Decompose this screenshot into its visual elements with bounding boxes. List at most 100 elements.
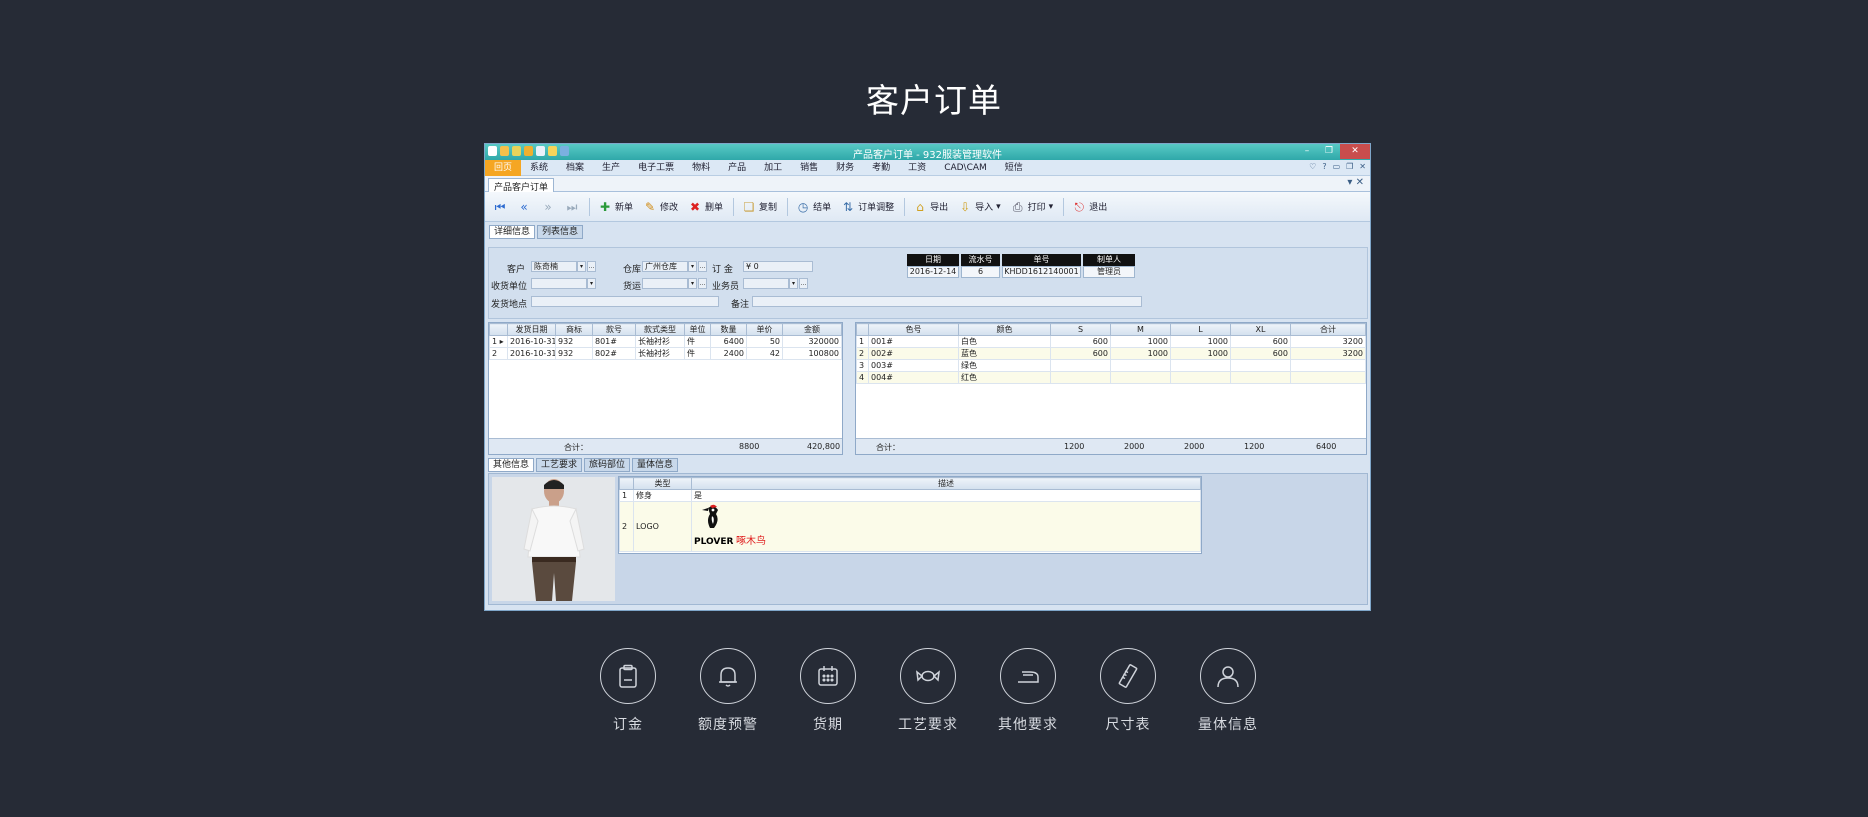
last-record-button[interactable]: ⏭ (565, 200, 579, 214)
table-cell[interactable]: 蓝色 (958, 347, 1051, 360)
column-header[interactable]: 款号 (592, 323, 636, 336)
table-cell[interactable]: 6400 (710, 335, 747, 348)
column-header[interactable]: 类型 (633, 477, 692, 490)
import-button[interactable]: ⇩ 导入 ▾ (958, 200, 1001, 214)
table-cell[interactable]: 1000 (1110, 335, 1171, 348)
table-cell[interactable]: 红色 (958, 371, 1051, 384)
customer-browse-button[interactable]: … (587, 261, 596, 272)
menu-item-finance[interactable]: 财务 (827, 160, 863, 176)
tab-measurement-info[interactable]: 量体信息 (632, 458, 679, 472)
table-cell[interactable]: 绿色 (958, 359, 1051, 372)
first-record-button[interactable]: ⏮ (493, 200, 507, 214)
salesman-field[interactable] (743, 278, 789, 289)
menu-item-wages[interactable]: 工资 (899, 160, 935, 176)
table-cell[interactable]: LOGO (633, 501, 692, 552)
tab-other-info[interactable]: 其他信息 (488, 458, 535, 472)
salesman-browse-button[interactable]: … (799, 278, 808, 289)
freight-browse-button[interactable]: … (698, 278, 707, 289)
table-cell[interactable]: 2016-10-31 (507, 347, 556, 360)
column-header[interactable]: 颜色 (958, 323, 1051, 336)
table-cell[interactable]: 2016-10-31 (507, 335, 556, 348)
table-cell[interactable]: 是 (691, 489, 1201, 502)
table-row[interactable]: 4 004# 红色 (856, 371, 1366, 384)
close-tab-icon[interactable]: ▾ ✕ (1347, 177, 1364, 188)
table-cell[interactable]: 002# (868, 347, 959, 360)
column-header[interactable]: 金额 (782, 323, 842, 336)
table-cell[interactable]: 802# (592, 347, 636, 360)
deposit-field[interactable]: ¥ 0 (743, 261, 813, 272)
menu-item-e-ticket[interactable]: 电子工票 (629, 160, 683, 176)
menu-item-production[interactable]: 生产 (593, 160, 629, 176)
column-header[interactable]: 款式类型 (635, 323, 685, 336)
table-cell[interactable] (1290, 371, 1366, 384)
tab-customer-order[interactable]: 产品客户订单 (488, 178, 555, 193)
table-cell[interactable]: 2400 (710, 347, 747, 360)
table-cell[interactable]: 600 (1230, 335, 1291, 348)
table-cell[interactable]: 932 (555, 335, 593, 348)
table-cell[interactable]: 件 (684, 347, 711, 360)
table-cell[interactable]: 1000 (1170, 347, 1231, 360)
new-button[interactable]: ✚ 新单 (598, 200, 633, 214)
adjust-order-button[interactable]: ⇅ 订单调整 (841, 200, 894, 214)
table-cell[interactable]: 修身 (633, 489, 692, 502)
warehouse-browse-button[interactable]: … (698, 261, 707, 272)
column-header[interactable]: 色号 (868, 323, 959, 336)
exit-button[interactable]: ⎋ 退出 (1072, 200, 1107, 214)
receiver-dropdown[interactable]: ▾ (587, 278, 596, 289)
menu-item-sales[interactable]: 销售 (791, 160, 827, 176)
table-cell[interactable]: 长袖衬衫 (635, 347, 685, 360)
table-cell[interactable]: 42 (746, 347, 783, 360)
copy-button[interactable]: ❏ 复制 (742, 200, 777, 214)
table-cell[interactable] (1050, 359, 1111, 372)
logo-cell[interactable]: PLOVER 啄木鸟 (691, 501, 1201, 552)
table-cell[interactable] (1110, 371, 1171, 384)
minimize-icon[interactable]: – (1296, 144, 1318, 159)
help-icon[interactable]: ? (1322, 162, 1326, 171)
tab-list-info[interactable]: 列表信息 (537, 225, 584, 239)
ship-place-field[interactable] (531, 296, 719, 307)
menu-item-home[interactable]: 回页 (485, 159, 522, 176)
table-cell[interactable]: 600 (1050, 347, 1111, 360)
table-cell[interactable]: 600 (1230, 347, 1291, 360)
table-row[interactable]: 2 LOGO PLOVER 啄木鸟 (619, 501, 1201, 552)
tab-size-parts[interactable]: 旅码部位 (584, 458, 631, 472)
menu-item-processing[interactable]: 加工 (755, 160, 791, 176)
column-header[interactable]: 描述 (691, 477, 1201, 490)
menu-item-cad-cam[interactable]: CAD\CAM (935, 160, 996, 176)
table-cell[interactable]: 1000 (1110, 347, 1171, 360)
column-header[interactable]: 商标 (555, 323, 593, 336)
salesman-dropdown[interactable]: ▾ (789, 278, 798, 289)
tab-craft-requirements[interactable]: 工艺要求 (536, 458, 583, 472)
table-cell[interactable]: 白色 (958, 335, 1051, 348)
table-row[interactable]: 1 修身 是 (619, 489, 1201, 502)
export-button[interactable]: ⌂ 导出 (913, 200, 948, 214)
close-icon[interactable]: ✕ (1340, 144, 1370, 159)
prev-record-button[interactable]: « (517, 200, 531, 214)
column-header[interactable]: XL (1230, 323, 1291, 336)
customer-field[interactable]: 陈奇楠 (531, 261, 577, 272)
table-cell[interactable]: 长袖衬衫 (635, 335, 685, 348)
table-cell[interactable] (1290, 359, 1366, 372)
table-cell[interactable] (1050, 371, 1111, 384)
window-icon[interactable]: ❐ (1346, 162, 1353, 171)
close-order-button[interactable]: ◷ 结单 (796, 200, 831, 214)
table-cell[interactable] (1170, 359, 1231, 372)
date-field[interactable]: 2016-12-14 (907, 266, 959, 278)
menu-item-system[interactable]: 系统 (521, 160, 557, 176)
column-header[interactable]: 单价 (746, 323, 783, 336)
table-cell[interactable] (1170, 371, 1231, 384)
table-row[interactable]: 2 2016-10-31 932 802# 长袖衬衫 件 2400 42 100… (489, 347, 842, 360)
menu-item-archive[interactable]: 档案 (557, 160, 593, 176)
table-row[interactable]: 1 ▸ 2016-10-31 932 801# 长袖衬衫 件 6400 50 3… (489, 335, 842, 348)
column-header[interactable]: M (1110, 323, 1171, 336)
close-ribbon-icon[interactable]: ✕ (1359, 162, 1366, 171)
table-cell[interactable]: 件 (684, 335, 711, 348)
column-header[interactable]: S (1050, 323, 1111, 336)
maximize-icon[interactable]: ❐ (1318, 144, 1340, 159)
warehouse-field[interactable]: 广州仓库 (642, 261, 688, 272)
table-cell[interactable]: 001# (868, 335, 959, 348)
table-row[interactable]: 3 003# 绿色 (856, 359, 1366, 372)
restore-ribbon-icon[interactable]: ▭ (1333, 162, 1341, 171)
freight-dropdown[interactable]: ▾ (688, 278, 697, 289)
table-cell[interactable]: 320000 (782, 335, 842, 348)
